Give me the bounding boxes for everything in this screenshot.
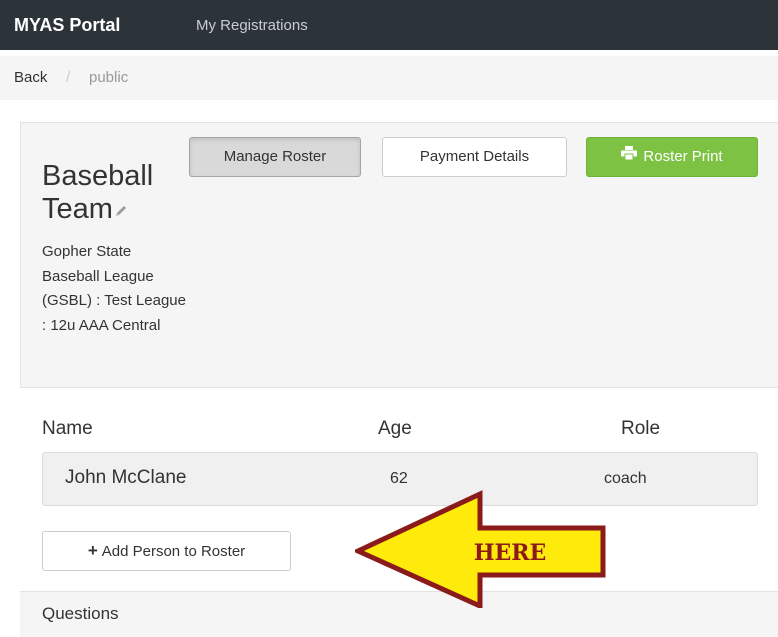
manage-roster-button[interactable]: Manage Roster bbox=[189, 137, 361, 177]
add-person-label: Add Person to Roster bbox=[101, 543, 246, 560]
nav-link-my-registrations[interactable]: My Registrations bbox=[196, 17, 308, 34]
top-navbar: MYAS Portal My Registrations bbox=[0, 0, 778, 50]
column-header-name: Name bbox=[42, 418, 93, 439]
breadcrumb-separator: / bbox=[66, 69, 71, 86]
roster-print-label: Roster Print bbox=[643, 148, 723, 165]
breadcrumb: Back / public bbox=[0, 56, 778, 100]
annotation-arrow-label: HERE bbox=[474, 540, 547, 566]
roster-print-button[interactable]: Roster Print bbox=[586, 137, 758, 177]
roster-cell-age: 62 bbox=[390, 470, 408, 487]
team-description: Gopher State Baseball League (GSBL) : Te… bbox=[42, 243, 186, 334]
plus-icon: + bbox=[87, 541, 98, 560]
column-header-age: Age bbox=[378, 418, 412, 439]
breadcrumb-current: public bbox=[89, 69, 129, 86]
team-title: Baseball Team bbox=[42, 160, 192, 226]
pencil-icon[interactable] bbox=[114, 193, 128, 226]
roster-cell-name: John McClane bbox=[65, 467, 187, 488]
annotation-arrow: HERE bbox=[355, 490, 606, 608]
team-title-text: Baseball Team bbox=[42, 160, 154, 225]
printer-icon bbox=[621, 137, 638, 175]
roster-cell-role: coach bbox=[604, 470, 647, 487]
brand-logo[interactable]: MYAS Portal bbox=[14, 15, 120, 36]
column-header-role: Role bbox=[621, 418, 661, 439]
questions-title: Questions bbox=[42, 604, 119, 623]
payment-details-button[interactable]: Payment Details bbox=[382, 137, 567, 177]
add-person-button[interactable]: + Add Person to Roster bbox=[42, 531, 291, 571]
breadcrumb-back-link[interactable]: Back bbox=[14, 69, 47, 86]
